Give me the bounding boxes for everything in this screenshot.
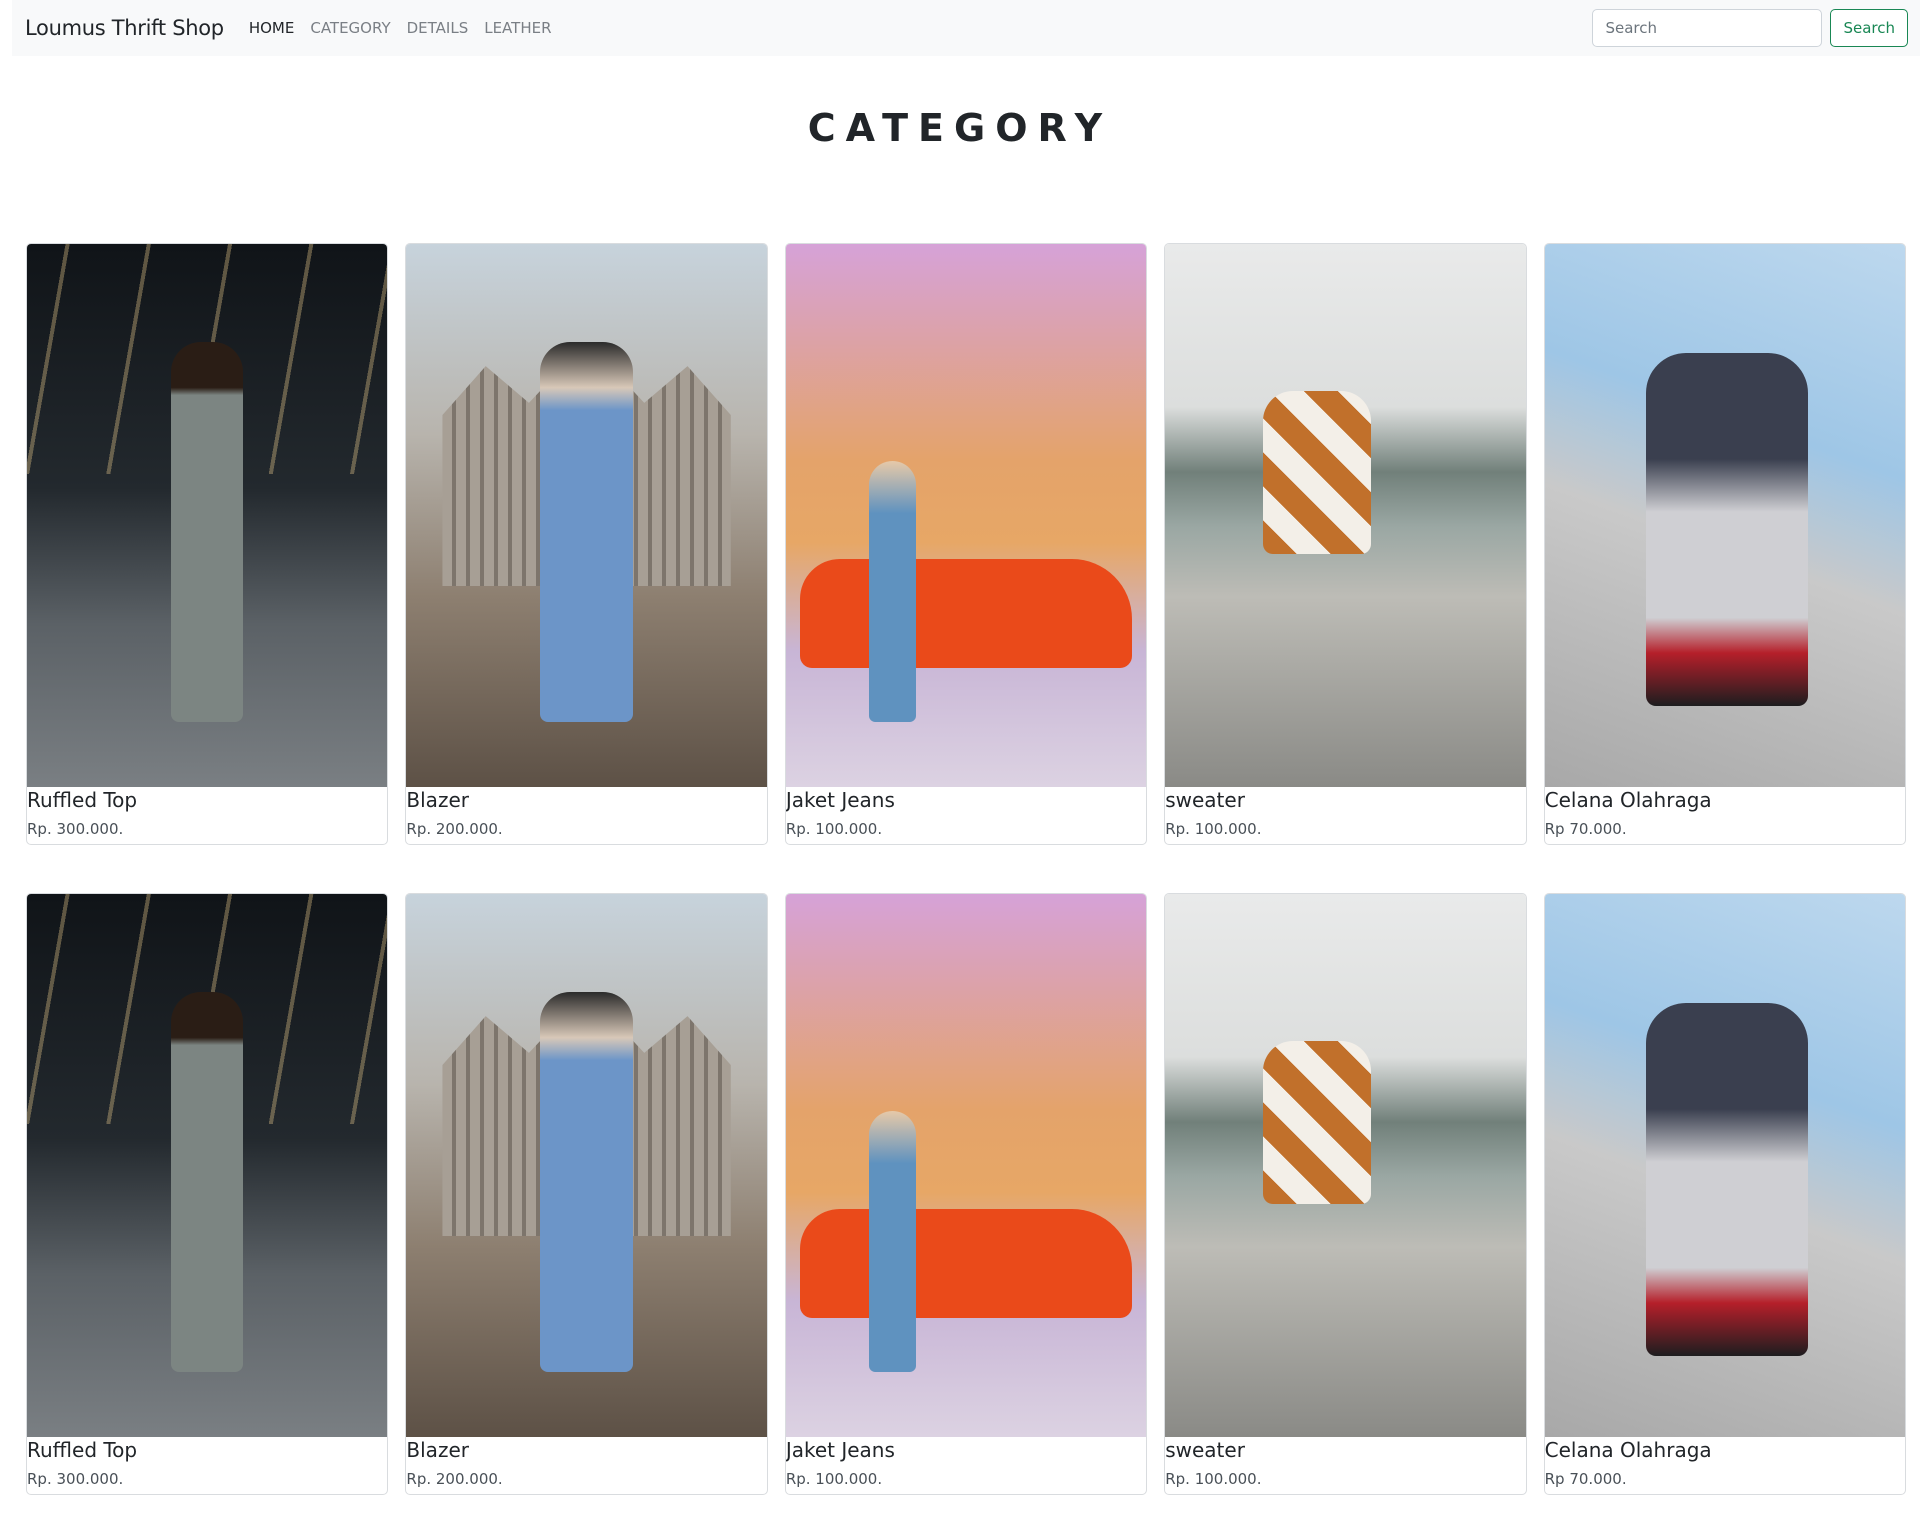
product-grid: Ruffled Top Rp. 300.000. Blazer Rp. 200.00… [26, 243, 1907, 1514]
product-name: sweater [1165, 788, 1245, 812]
product-card-celana-olahraga[interactable]: Celana Olahraga Rp 70.000. [1543, 893, 1907, 1495]
product-row: Ruffled Top Rp. 300.000. Blazer Rp. 200.00… [26, 243, 1907, 845]
product-image[interactable] [1544, 244, 1906, 787]
product-card-blazer[interactable]: Blazer Rp. 200.000. [405, 243, 768, 845]
product-price: Rp. 300.000. [27, 1470, 124, 1488]
product-card-blazer[interactable]: Blazer Rp. 200.000. [405, 893, 768, 1495]
product-price: Rp. 100.000. [1165, 820, 1262, 838]
product-name: Blazer [406, 788, 469, 812]
brand-logo-text[interactable]: Loumus Thrift Shop [25, 16, 224, 40]
search-button[interactable]: Search [1830, 9, 1908, 47]
product-card-jaket-jeans[interactable]: Jaket Jeans Rp. 100.000. [784, 243, 1148, 845]
search-form: Search [1592, 9, 1908, 47]
product-image[interactable] [1544, 894, 1906, 1437]
product-image[interactable] [27, 244, 388, 787]
product-image[interactable] [785, 244, 1147, 787]
product-image[interactable] [785, 894, 1147, 1437]
product-card-jaket-jeans[interactable]: Jaket Jeans Rp. 100.000. [784, 893, 1148, 1495]
nav-link-details[interactable]: DETAILS [407, 19, 469, 37]
product-price: Rp. 200.000. [406, 1470, 503, 1488]
nav-link-home[interactable]: HOME [249, 19, 295, 37]
product-price: Rp. 300.000. [27, 820, 124, 838]
search-input[interactable] [1592, 9, 1823, 47]
product-image[interactable] [406, 244, 767, 787]
product-price: Rp 70.000. [1544, 820, 1627, 838]
product-name: Celana Olahraga [1544, 1438, 1712, 1462]
nav-link-leather[interactable]: LEATHER [484, 19, 551, 37]
product-price: Rp. 200.000. [406, 820, 503, 838]
product-image[interactable] [1165, 244, 1526, 787]
product-price: Rp. 100.000. [785, 820, 883, 838]
product-name: Ruffled Top [27, 788, 138, 812]
product-card-ruffled-top[interactable]: Ruffled Top Rp. 300.000. [26, 893, 389, 1495]
product-name: Ruffled Top [27, 1438, 138, 1462]
product-image[interactable] [27, 894, 388, 1437]
product-card-sweater[interactable]: sweater Rp. 100.000. [1164, 243, 1527, 845]
product-price: Rp. 100.000. [785, 1470, 883, 1488]
product-card-sweater[interactable]: sweater Rp. 100.000. [1164, 893, 1527, 1495]
product-image[interactable] [1165, 894, 1526, 1437]
product-name: Jaket Jeans [785, 1438, 895, 1462]
product-name: Celana Olahraga [1544, 788, 1712, 812]
product-card-celana-olahraga[interactable]: Celana Olahraga Rp 70.000. [1543, 243, 1907, 845]
product-price: Rp 70.000. [1544, 1470, 1627, 1488]
product-row: Ruffled Top Rp. 300.000. Blazer Rp. 200.00… [26, 893, 1907, 1495]
product-price: Rp. 100.000. [1165, 1470, 1262, 1488]
navbar: Loumus Thrift Shop HOME CATEGORY DETAILS… [12, 0, 1920, 56]
nav-link-category[interactable]: CATEGORY [310, 19, 390, 37]
product-image[interactable] [406, 894, 767, 1437]
product-name: Blazer [406, 1438, 469, 1462]
page-title: CATEGORY [807, 106, 1113, 150]
product-name: Jaket Jeans [785, 788, 895, 812]
product-card-ruffled-top[interactable]: Ruffled Top Rp. 300.000. [26, 243, 389, 845]
product-name: sweater [1165, 1438, 1245, 1462]
